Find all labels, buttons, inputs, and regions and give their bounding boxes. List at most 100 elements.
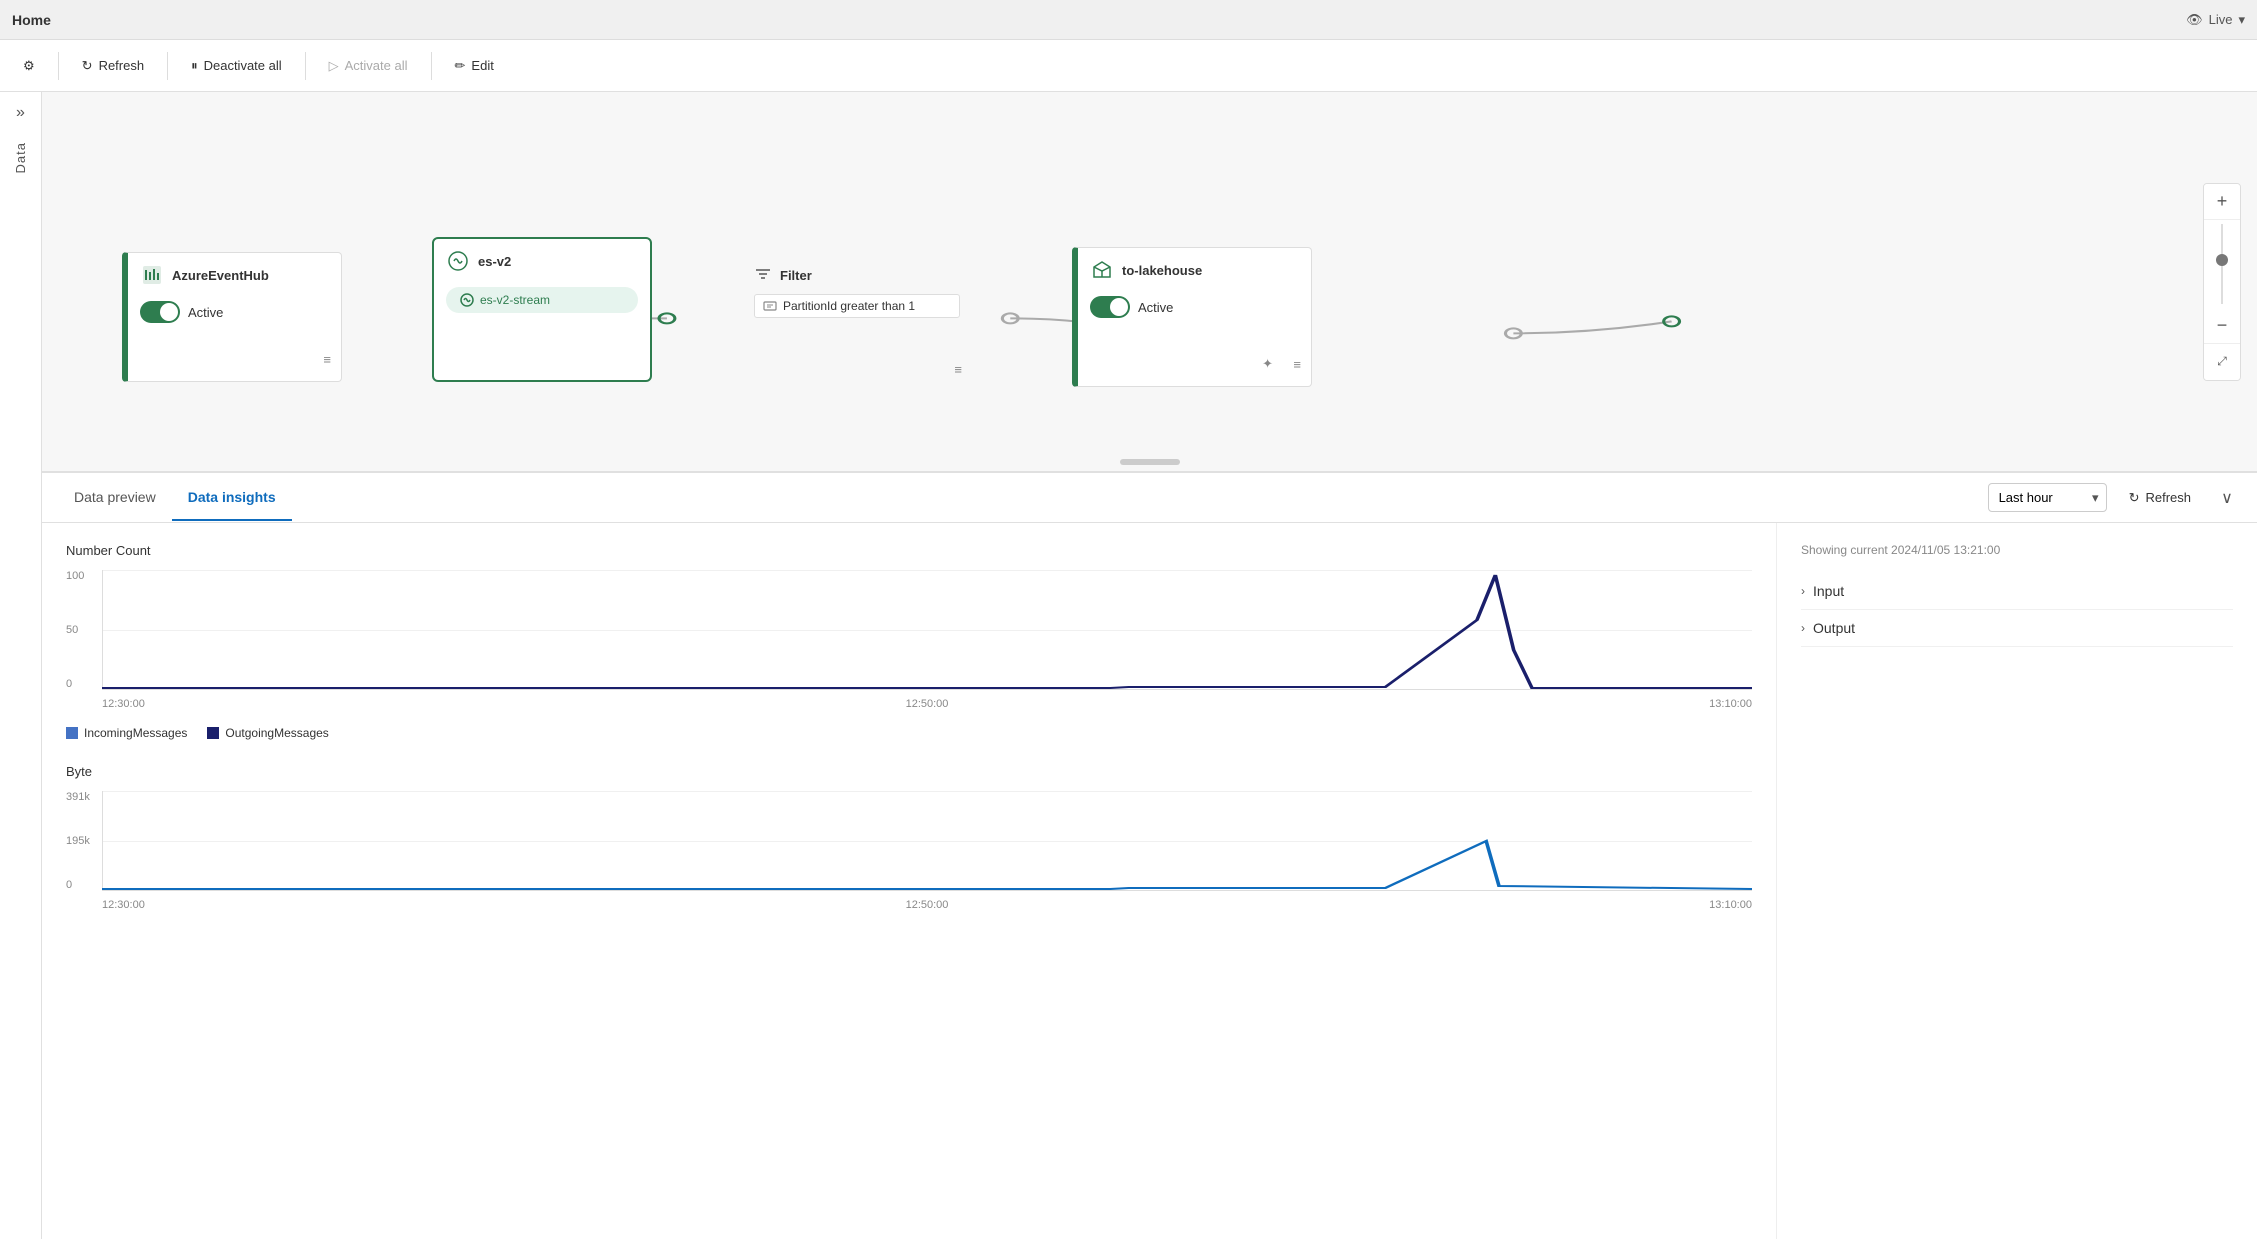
byte-x-labels: 12:30:00 12:50:00 13:10:00 xyxy=(102,899,1752,911)
filter-condition: PartitionId greater than 1 xyxy=(754,294,960,318)
filter-inner: Filter PartitionId greater than 1 xyxy=(742,257,972,326)
byte-y-0: 0 xyxy=(66,879,90,891)
deactivate-all-button[interactable]: ⏸ Deactivate all xyxy=(176,48,297,84)
refresh-icon: ↻ xyxy=(82,58,93,74)
byte-y-labels: 391k 195k 0 xyxy=(66,791,90,911)
chart-legend: IncomingMessages OutgoingMessages xyxy=(66,726,1752,740)
esv2-title: es-v2 xyxy=(478,254,511,269)
time-select[interactable]: Last hour Last 6 hours Last 24 hours xyxy=(1988,483,2107,512)
sidebar-data-label: Data xyxy=(13,142,28,173)
lakehouse-toggle[interactable] xyxy=(1090,296,1130,318)
legend-incoming: IncomingMessages xyxy=(66,726,187,740)
x-label-2: 12:50:00 xyxy=(906,698,949,710)
flow-diagram: AzureEventHub Active ≡ es xyxy=(42,92,2257,472)
charts-right: Showing current 2024/11/05 13:21:00 › In… xyxy=(1777,523,2257,1239)
byte-chart-inner: 12:30:00 12:50:00 13:10:00 xyxy=(102,791,1752,911)
byte-x-3: 13:10:00 xyxy=(1709,899,1752,911)
lakehouse-status: Active xyxy=(1138,300,1173,315)
eventhub-title: AzureEventHub xyxy=(172,268,269,283)
showing-text: Showing current 2024/11/05 13:21:00 xyxy=(1801,543,2233,557)
eventhub-toggle-row: Active xyxy=(128,293,341,331)
toolbar-divider-2 xyxy=(167,52,168,80)
byte-y-label-1: 391k xyxy=(66,791,90,803)
legend-outgoing: OutgoingMessages xyxy=(207,726,328,740)
x-label-3: 13:10:00 xyxy=(1709,698,1752,710)
tab-data-preview[interactable]: Data preview xyxy=(58,475,172,521)
sidebar: » Data xyxy=(0,92,42,1239)
title-bar: Home 👁 Live ▾ xyxy=(0,0,2257,40)
output-row[interactable]: › Output xyxy=(1801,610,2233,647)
collapse-button[interactable]: ∨ xyxy=(2213,484,2241,512)
esv2-node[interactable]: es-v2 es-v2-stream xyxy=(432,237,652,382)
esv2-stream-label: es-v2-stream xyxy=(480,293,550,307)
y-label-50: 50 xyxy=(66,624,84,636)
number-count-svg xyxy=(102,570,1752,690)
charts-left: Number Count 100 50 0 xyxy=(42,523,1777,1239)
lakehouse-settings-icon[interactable]: ✦ xyxy=(1262,356,1273,372)
refresh-bottom-button[interactable]: ↻ Refresh xyxy=(2119,484,2201,512)
eventhub-toggle[interactable] xyxy=(140,301,180,323)
filter-menu-icon[interactable]: ≡ xyxy=(954,362,962,377)
eventhub-icon xyxy=(140,263,164,287)
tab-data-insights[interactable]: Data insights xyxy=(172,475,292,521)
esv2-stream-badge: es-v2-stream xyxy=(446,287,638,313)
input-label: Input xyxy=(1813,583,1844,599)
refresh-bottom-label: Refresh xyxy=(2145,490,2191,505)
filter-header: Filter xyxy=(754,265,960,286)
tabs-row: Data preview Data insights Last hour Las… xyxy=(42,473,2257,523)
x-labels: 12:30:00 12:50:00 13:10:00 xyxy=(102,698,1752,710)
input-chevron-icon: › xyxy=(1801,584,1805,598)
legend-outgoing-color xyxy=(207,727,219,739)
live-indicator[interactable]: 👁 Live ▾ xyxy=(2186,12,2245,28)
activate-all-button[interactable]: ▷ Activate all xyxy=(314,48,423,84)
lakehouse-header: to-lakehouse xyxy=(1078,248,1311,288)
legend-outgoing-label: OutgoingMessages xyxy=(225,726,328,740)
eventhub-node[interactable]: AzureEventHub Active ≡ xyxy=(122,252,342,382)
tabs-right: Last hour Last 6 hours Last 24 hours ↻ R… xyxy=(1988,483,2241,512)
x-label-1: 12:30:00 xyxy=(102,698,145,710)
esv2-icon xyxy=(446,249,470,273)
refresh-bottom-icon: ↻ xyxy=(2129,490,2140,506)
main-content: » Data xyxy=(0,92,2257,1239)
edit-label: Edit xyxy=(471,58,493,73)
lakehouse-menu-icon[interactable]: ≡ xyxy=(1293,357,1301,372)
byte-svg xyxy=(102,791,1752,891)
esv2-header: es-v2 xyxy=(434,239,650,279)
time-select-wrapper: Last hour Last 6 hours Last 24 hours xyxy=(1988,483,2107,512)
zoom-fit-button[interactable]: ⤢ xyxy=(2204,344,2240,380)
filter-node[interactable]: Filter PartitionId greater than 1 ≡ xyxy=(742,257,972,387)
refresh-label: Refresh xyxy=(99,58,145,73)
edit-icon: ✏ xyxy=(455,58,466,74)
number-count-chart: 100 50 0 xyxy=(66,570,1752,710)
toolbar-divider-4 xyxy=(431,52,432,80)
page-title: Home xyxy=(12,12,51,28)
refresh-button[interactable]: ↻ Refresh xyxy=(67,48,159,84)
output-label: Output xyxy=(1813,620,1855,636)
number-count-title: Number Count xyxy=(66,543,1752,558)
lakehouse-icon xyxy=(1090,258,1114,282)
zoom-in-button[interactable]: + xyxy=(2204,184,2240,220)
gear-button[interactable]: ⚙ xyxy=(8,48,50,84)
byte-section: Byte 391k 195k 0 xyxy=(66,764,1752,911)
zoom-controls: + − ⤢ xyxy=(2203,183,2241,381)
lakehouse-node[interactable]: to-lakehouse Active ✦ ≡ xyxy=(1072,247,1312,387)
deactivate-all-label: Deactivate all xyxy=(204,58,282,73)
chevron-down-icon: ▾ xyxy=(2238,12,2245,28)
byte-title: Byte xyxy=(66,764,1752,779)
input-row[interactable]: › Input xyxy=(1801,573,2233,610)
toolbar-divider-3 xyxy=(305,52,306,80)
eventhub-header: AzureEventHub xyxy=(128,253,341,293)
live-label: Live xyxy=(2209,12,2233,27)
edit-button[interactable]: ✏ Edit xyxy=(440,48,509,84)
toolbar: ⚙ ↻ Refresh ⏸ Deactivate all ▷ Activate … xyxy=(0,40,2257,92)
eventhub-menu-icon[interactable]: ≡ xyxy=(323,352,331,367)
byte-x-1: 12:30:00 xyxy=(102,899,145,911)
filter-condition-text: PartitionId greater than 1 xyxy=(783,299,915,313)
byte-x-2: 12:50:00 xyxy=(906,899,949,911)
number-count-y-labels: 100 50 0 xyxy=(66,570,84,710)
zoom-out-button[interactable]: − xyxy=(2204,308,2240,344)
y-label-0: 0 xyxy=(66,678,84,690)
deactivate-icon: ⏸ xyxy=(191,58,198,74)
sidebar-expand-icon[interactable]: » xyxy=(16,104,25,122)
eventhub-status: Active xyxy=(188,305,223,320)
